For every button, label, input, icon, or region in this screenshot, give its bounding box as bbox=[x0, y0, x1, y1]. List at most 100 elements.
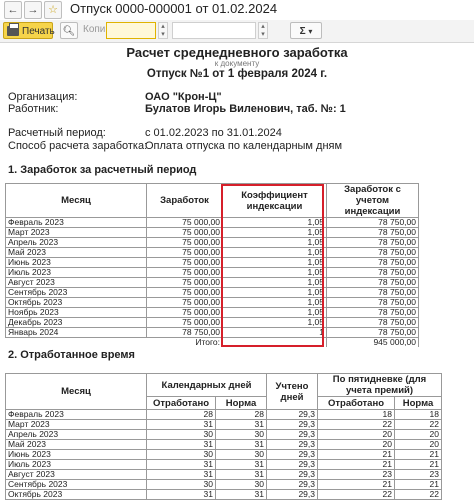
report-title: Расчет среднедневного заработка bbox=[126, 45, 348, 60]
worked5-cell: 21 bbox=[317, 449, 395, 460]
spacer-cell bbox=[6, 338, 147, 348]
norm5-cell: 20 bbox=[394, 439, 442, 450]
chevron-down-icon: ▾ bbox=[261, 31, 265, 38]
worktime-table: Месяц Календарных дней Учтено дней По пя… bbox=[5, 373, 442, 500]
table-row: Сентябрь 2023 30 30 29,3 21 21 bbox=[5, 479, 442, 490]
copies-stepper[interactable]: ▴ ▾ bbox=[158, 22, 168, 39]
norm-days-cell: 31 bbox=[215, 489, 267, 500]
col-worked5-header: Отработано bbox=[317, 396, 395, 410]
print-button[interactable]: Печать bbox=[3, 22, 55, 39]
print-button-label: Печать bbox=[22, 26, 55, 37]
month-cell: Июнь 2023 bbox=[5, 449, 147, 460]
table-row: Август 2023 75 000,00 1,05 78 750,00 bbox=[5, 277, 419, 288]
earnings-cell: 75 000,00 bbox=[146, 297, 223, 308]
col-fiveday-header: По пятидневке (для учета премий) bbox=[317, 373, 442, 397]
table-row: Февраль 2023 75 000,00 1,05 78 750,00 bbox=[5, 217, 419, 228]
month-cell: Июль 2023 bbox=[5, 459, 147, 470]
indexed-earnings-cell: 78 750,00 bbox=[326, 297, 419, 308]
back-button[interactable]: ← bbox=[4, 1, 22, 19]
norm-days-cell: 31 bbox=[215, 469, 267, 480]
worked5-cell: 18 bbox=[317, 409, 395, 420]
indexed-earnings-cell: 78 750,00 bbox=[326, 217, 419, 228]
col-calendar-days-header: Календарных дней bbox=[146, 373, 267, 397]
zoom-stepper[interactable]: ▴ ▾ bbox=[258, 22, 268, 39]
table-row: Март 2023 31 31 29,3 22 22 bbox=[5, 419, 442, 430]
employee-label: Работник: bbox=[8, 103, 59, 115]
norm-days-cell: 30 bbox=[215, 429, 267, 440]
earnings-cell: 75 000,00 bbox=[146, 267, 223, 278]
worked5-cell: 20 bbox=[317, 439, 395, 450]
magnifier-icon: 🔍︎ bbox=[62, 26, 76, 37]
credited-days-cell: 29,3 bbox=[266, 469, 318, 480]
credited-days-cell: 29,3 bbox=[266, 439, 318, 450]
month-cell: Октябрь 2023 bbox=[5, 297, 147, 308]
earnings-cell: 75 000,00 bbox=[146, 227, 223, 238]
table-row: Октябрь 2023 31 31 29,3 22 22 bbox=[5, 489, 442, 500]
col-worked-header: Отработано bbox=[146, 396, 216, 410]
indexed-earnings-cell: 78 750,00 bbox=[326, 287, 419, 298]
month-cell: Май 2023 bbox=[5, 247, 147, 258]
zoom-input[interactable] bbox=[172, 22, 256, 39]
worked5-cell: 21 bbox=[317, 459, 395, 470]
org-label: Организация: bbox=[8, 91, 78, 103]
norm-days-cell: 28 bbox=[215, 409, 267, 420]
month-cell: Август 2023 bbox=[5, 277, 147, 288]
worked-days-cell: 31 bbox=[146, 439, 216, 450]
month-cell: Март 2023 bbox=[5, 419, 147, 430]
copies-input[interactable] bbox=[106, 22, 156, 39]
report-subtitle: к документу bbox=[214, 59, 260, 68]
table-row: Февраль 2023 28 28 29,3 18 18 bbox=[5, 409, 442, 420]
norm5-cell: 20 bbox=[394, 429, 442, 440]
month-cell: Ноябрь 2023 bbox=[5, 307, 147, 318]
worked-days-cell: 31 bbox=[146, 469, 216, 480]
document-number: Отпуск №1 от 1 февраля 2024 г. bbox=[146, 68, 328, 80]
favorite-button[interactable]: ☆ bbox=[44, 1, 62, 19]
earnings-cell: 75 000,00 bbox=[146, 237, 223, 248]
period-label: Расчетный период: bbox=[8, 127, 106, 139]
credited-days-cell: 29,3 bbox=[266, 409, 318, 420]
credited-days-cell: 29,3 bbox=[266, 489, 318, 500]
credited-days-cell: 29,3 bbox=[266, 459, 318, 470]
total-value: 945 000,00 bbox=[326, 337, 419, 347]
title-bar: ← → ☆ Отпуск 0000-000001 от 01.02.2024 bbox=[0, 0, 474, 19]
indexed-earnings-cell: 78 750,00 bbox=[326, 247, 419, 258]
section-earnings-heading: 1. Заработок за расчетный период bbox=[8, 164, 197, 176]
sigma-icon: Σ bbox=[299, 26, 306, 37]
table-row: Июль 2023 31 31 29,3 21 21 bbox=[5, 459, 442, 470]
table-row: Ноябрь 2023 75 000,00 1,05 78 750,00 bbox=[5, 307, 419, 318]
coefficient-highlight-frame bbox=[221, 184, 324, 347]
norm-days-cell: 31 bbox=[215, 459, 267, 470]
col-indexed-header: Заработок с учетом индексации bbox=[326, 183, 419, 218]
earnings-cell: 75 000,00 bbox=[146, 277, 223, 288]
forward-button[interactable]: → bbox=[24, 1, 42, 19]
earnings-cell: 75 000,00 bbox=[146, 247, 223, 258]
table-row: Декабрь 2023 75 000,00 1,05 78 750,00 bbox=[5, 317, 419, 328]
month-cell: Декабрь 2023 bbox=[5, 317, 147, 328]
indexed-earnings-cell: 78 750,00 bbox=[326, 327, 419, 338]
norm-days-cell: 30 bbox=[215, 479, 267, 490]
earnings-cell: 75 000,00 bbox=[146, 287, 223, 298]
total-label: Итого: bbox=[146, 337, 223, 347]
month-cell: Сентябрь 2023 bbox=[5, 479, 147, 490]
period-value: с 01.02.2023 по 31.01.2024 bbox=[145, 127, 282, 139]
worked-days-cell: 30 bbox=[146, 429, 216, 440]
arrow-right-icon: → bbox=[27, 4, 39, 16]
norm5-cell: 21 bbox=[394, 449, 442, 460]
section-worktime-heading: 2. Отработанное время bbox=[8, 349, 135, 361]
norm5-cell: 22 bbox=[394, 419, 442, 430]
month-cell: Май 2023 bbox=[5, 439, 147, 450]
chevron-up-icon: ▴ bbox=[261, 23, 265, 30]
earnings-cell: 75 000,00 bbox=[146, 217, 223, 228]
sum-button[interactable]: Σ ▾ bbox=[290, 22, 322, 39]
month-cell: Октябрь 2023 bbox=[5, 489, 147, 500]
worktime-table-body: Февраль 2023 28 28 29,3 18 18 Март 2023 31 31 29,… bbox=[5, 409, 442, 500]
employee-value: Булатов Игорь Виленович, таб. №: 1 bbox=[145, 103, 346, 115]
norm5-cell: 21 bbox=[394, 459, 442, 470]
preview-button[interactable]: 🔍︎ bbox=[60, 22, 78, 39]
credited-days-cell: 29,3 bbox=[266, 449, 318, 460]
indexed-earnings-cell: 78 750,00 bbox=[326, 277, 419, 288]
norm-days-cell: 31 bbox=[215, 439, 267, 450]
table-row: Январь 2024 78 750,00 1 78 750,00 bbox=[5, 327, 419, 338]
chevron-up-icon: ▴ bbox=[161, 23, 165, 30]
total-row: Итого: 945 000,00 bbox=[6, 337, 419, 348]
